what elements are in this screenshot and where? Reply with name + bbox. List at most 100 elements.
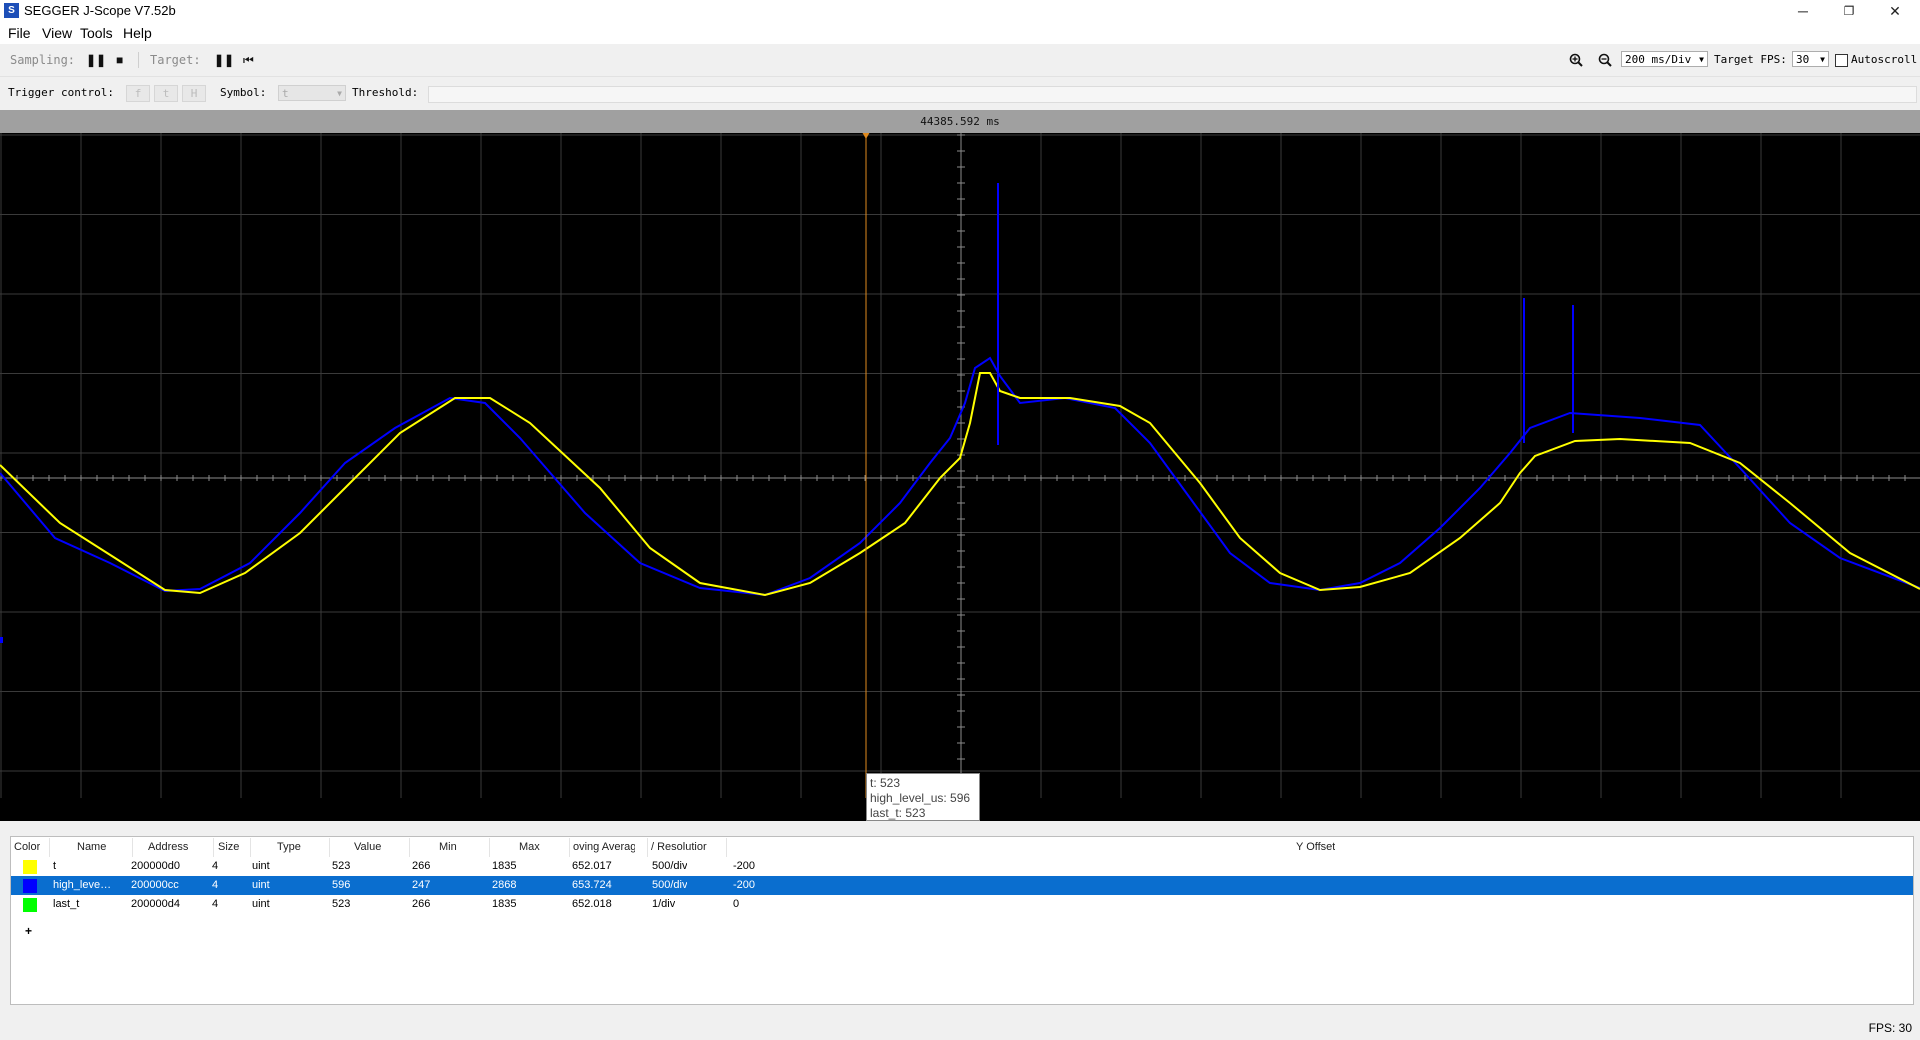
trace-offset-marker: [0, 637, 3, 643]
cell-type: uint: [252, 898, 270, 910]
cell-size: 4: [212, 860, 219, 872]
cell-value: 523: [332, 898, 351, 910]
col-value: Value: [354, 841, 382, 853]
column-divider: [250, 838, 251, 857]
menu-bar: File View Tools Help: [0, 22, 1920, 44]
time-readout: 44385.592 ms: [0, 110, 1920, 133]
menu-file[interactable]: File: [8, 25, 31, 41]
cell-size: 4: [212, 879, 219, 891]
cell-offset[interactable]: 0: [733, 898, 739, 910]
cell-max: 1835: [492, 860, 517, 872]
cell-name: t: [53, 860, 57, 872]
time-per-div-select[interactable]: 200 ms/Div ▼: [1621, 51, 1708, 67]
table-row[interactable]: t 200000d0 4 uint 523 266 1835 652.017 5…: [11, 857, 1913, 876]
cell-min: 266: [412, 860, 431, 872]
cell-size: 4: [212, 898, 219, 910]
channel-panel: Color Name Address Size Type Value Min M…: [0, 821, 1920, 1014]
cell-value: 523: [332, 860, 351, 872]
chevron-down-icon: ▼: [1699, 55, 1704, 64]
target-fps-value: 30: [1796, 53, 1810, 66]
tooltip-line-t: t: 523: [870, 776, 901, 790]
window-title: SEGGER J-Scope V7.52b: [24, 3, 176, 18]
chevron-down-icon: ▼: [1820, 55, 1825, 64]
cell-offset[interactable]: -200: [733, 860, 755, 872]
table-row[interactable]: last_t 200000d4 4 uint 523 266 1835 652.…: [11, 895, 1913, 914]
menu-help[interactable]: Help: [123, 25, 152, 41]
trace-t: [0, 372, 1920, 597]
menu-tools[interactable]: Tools: [80, 25, 113, 41]
column-divider: [49, 838, 50, 857]
autoscroll-label: Autoscroll: [1851, 53, 1918, 66]
cell-address: 200000d0: [131, 860, 180, 872]
symbol-label: Symbol:: [220, 86, 267, 99]
cell-type: uint: [252, 860, 270, 872]
toolbar-divider: [138, 52, 139, 68]
threshold-label: Threshold:: [352, 86, 419, 99]
target-fps-select[interactable]: 30 ▼: [1792, 51, 1829, 67]
col-moving-average: oving Averag: [573, 841, 635, 853]
column-divider: [329, 838, 330, 857]
col-size: Size: [218, 841, 240, 853]
close-button[interactable]: ✕: [1872, 0, 1918, 22]
cell-resolution[interactable]: 500/div: [652, 879, 687, 891]
fps-status: FPS: 30: [1868, 1021, 1912, 1035]
scope-plot-area[interactable]: t: 523 high_level_us: 596 last_t: 523: [0, 133, 1920, 821]
symbol-select[interactable]: t ▼: [278, 85, 346, 101]
target-label: Target:: [150, 53, 201, 67]
target-fps-label: Target FPS:: [1714, 53, 1787, 66]
cell-type: uint: [252, 879, 270, 891]
trigger-both-button[interactable]: H: [182, 85, 206, 102]
trigger-control-label: Trigger control:: [8, 86, 114, 99]
title-bar: S SEGGER J-Scope V7.52b ─ ❐ ✕: [0, 0, 1920, 22]
sampling-stop-icon[interactable]: ■: [116, 53, 123, 67]
column-divider: [213, 838, 214, 857]
symbol-value: t: [282, 87, 289, 100]
cell-min: 247: [412, 879, 431, 891]
target-reset-icon[interactable]: ⏮: [243, 53, 254, 68]
col-name: Name: [77, 841, 107, 853]
cell-name: high_leve…: [53, 879, 112, 891]
cell-min: 266: [412, 898, 431, 910]
col-type: Type: [277, 841, 301, 853]
tooltip-line-last-t: last_t: 523: [870, 806, 926, 820]
cell-address: 200000cc: [131, 879, 179, 891]
menu-view[interactable]: View: [42, 25, 72, 41]
zoom-in-icon[interactable]: [1569, 53, 1583, 67]
cell-average: 652.018: [572, 898, 612, 910]
minimize-button[interactable]: ─: [1780, 0, 1826, 22]
cell-offset[interactable]: -200: [733, 879, 755, 891]
col-y-offset: Y Offset: [1296, 841, 1336, 853]
trace-high-level-us: [0, 356, 1920, 597]
cell-value: 596: [332, 879, 351, 891]
color-swatch[interactable]: [23, 879, 37, 893]
cell-average: 652.017: [572, 860, 612, 872]
column-divider: [409, 838, 410, 857]
cell-resolution[interactable]: 1/div: [652, 898, 675, 910]
trigger-rising-button[interactable]: f: [126, 85, 150, 102]
restore-button[interactable]: ❐: [1826, 0, 1872, 22]
toolbar: Sampling: ❚❚ ■ Target: ❚❚ ⏮ 200 ms/Div ▼…: [0, 44, 1920, 77]
tooltip-line-high-level: high_level_us: 596: [870, 791, 971, 805]
color-swatch[interactable]: [23, 860, 37, 874]
col-min: Min: [439, 841, 457, 853]
column-divider: [489, 838, 490, 857]
cell-max: 1835: [492, 898, 517, 910]
status-bar: FPS: 30: [0, 1014, 1920, 1040]
col-max: Max: [519, 841, 540, 853]
column-divider: [647, 838, 648, 857]
column-divider: [726, 838, 727, 857]
autoscroll-checkbox[interactable]: [1835, 54, 1848, 67]
color-swatch[interactable]: [23, 898, 37, 912]
segger-icon: S: [4, 3, 19, 18]
threshold-input[interactable]: [428, 86, 1917, 103]
add-channel-button[interactable]: +: [25, 924, 32, 938]
cell-resolution[interactable]: 500/div: [652, 860, 687, 872]
trigger-falling-button[interactable]: t: [154, 85, 178, 102]
zoom-out-icon[interactable]: [1598, 53, 1612, 67]
target-pause-icon[interactable]: ❚❚: [214, 53, 234, 67]
sampling-pause-icon[interactable]: ❚❚: [86, 53, 106, 67]
table-row-selected[interactable]: high_leve… 200000cc 4 uint 596 247 2868 …: [11, 876, 1913, 895]
value-tooltip: t: 523 high_level_us: 596 last_t: 523: [866, 773, 980, 821]
col-color: Color: [14, 841, 41, 853]
cell-address: 200000d4: [131, 898, 180, 910]
